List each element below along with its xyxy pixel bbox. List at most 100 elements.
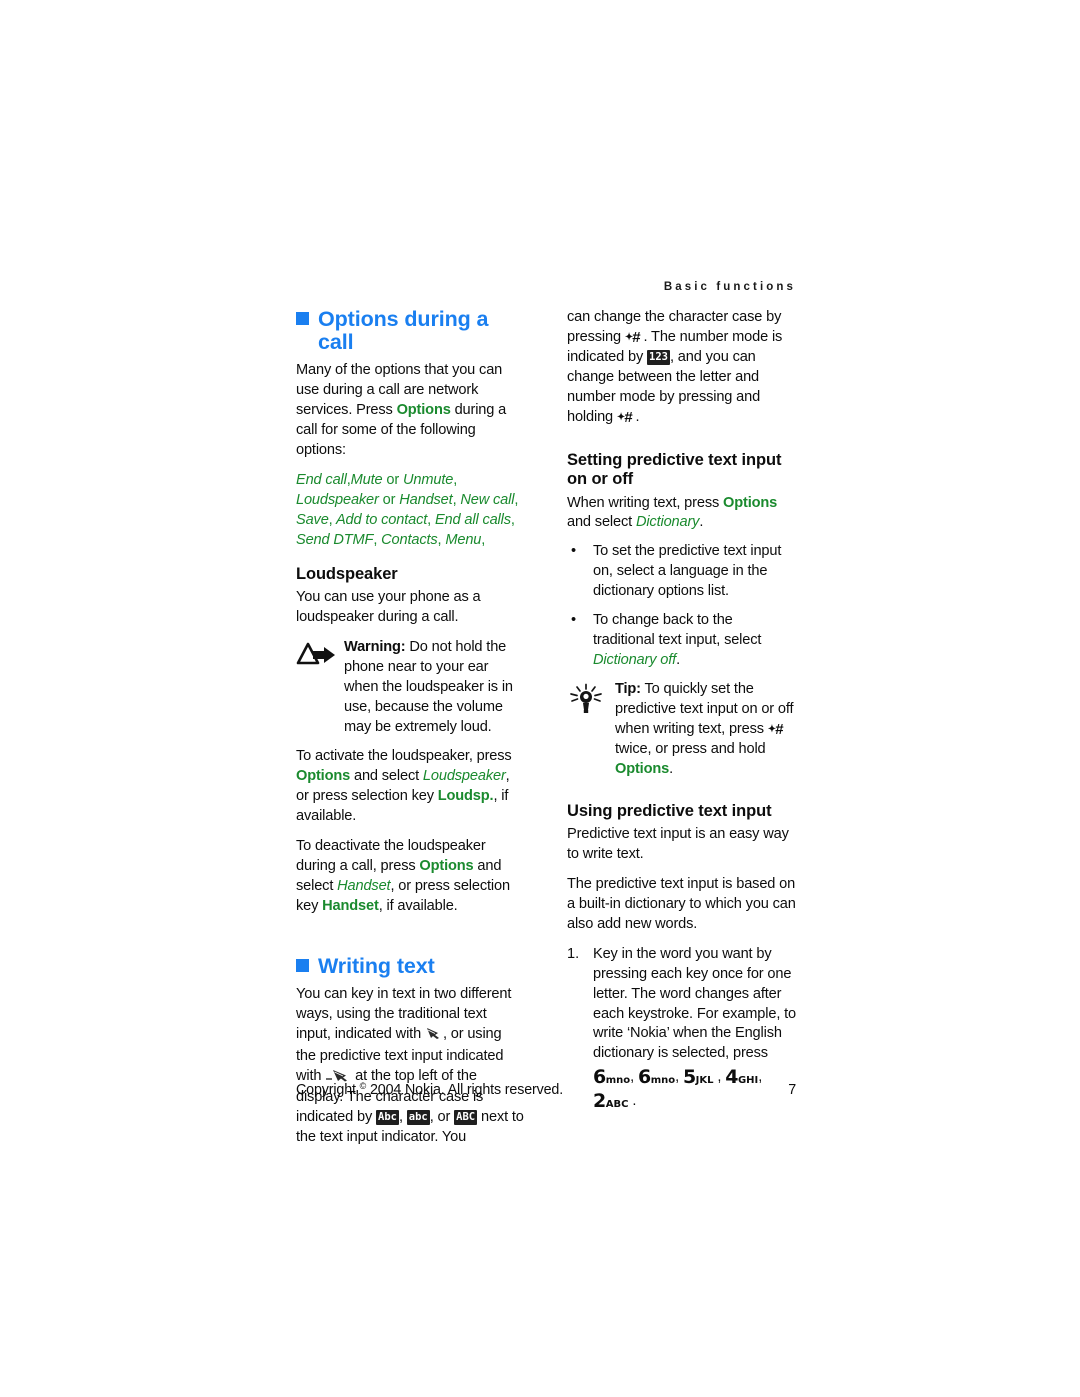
option-separator: ,	[373, 531, 378, 548]
paragraph-character-case-continuation: can change the character case by pressin…	[567, 308, 796, 429]
bullet-text: To set the predictive text input on, sel…	[593, 542, 796, 602]
warning-label: Warning:	[344, 638, 406, 655]
text-run: ,	[398, 1109, 407, 1126]
option-separator: ,	[453, 471, 458, 488]
case-indicator-abc-mixed: Abc	[376, 1110, 399, 1125]
option-separator: ,	[510, 511, 515, 528]
option-item: Add to contact	[335, 511, 428, 528]
hash-key-icon: ✦#	[624, 328, 641, 346]
hash-glyph: #	[632, 328, 640, 346]
text-run: 2004 Nokia. All rights reserved.	[366, 1082, 564, 1098]
text-run: , or	[429, 1109, 455, 1126]
text-run: Copyright	[296, 1082, 356, 1098]
call-options-list: End call,Mute or Unmute, Loudspeaker or …	[296, 471, 525, 551]
text-run: Key in the word you want by pressing eac…	[593, 945, 796, 1062]
lightbulb-tip-icon	[567, 680, 615, 720]
dictionary-menu-item: Dictionary	[635, 514, 700, 531]
heading-text: Writing text	[318, 953, 435, 978]
subheading-setting-predictive-text-input: Setting predictive text input on or off	[567, 450, 782, 489]
keycap-letters: ABC	[605, 1098, 629, 1110]
paragraph-options-intro: Many of the options that you can use dur…	[296, 361, 525, 461]
option-item: Loudspeaker	[296, 491, 379, 508]
list-item: • To change back to the traditional text…	[567, 611, 796, 671]
text-run: and select	[567, 514, 636, 531]
options-keyword: Options	[296, 768, 351, 785]
option-item: Send DTMF	[296, 531, 374, 548]
traditional-text-input-icon	[425, 1026, 443, 1047]
dictionary-off-menu-item: Dictionary off	[593, 651, 677, 668]
option-separator: or	[382, 471, 403, 488]
tip-label: Tip:	[615, 680, 641, 697]
text-run: twice, or press and hold	[615, 741, 766, 758]
paragraph-predictive-dictionary-based: The predictive text input is based on a …	[567, 876, 796, 932]
text-run: .	[699, 514, 704, 531]
hash-key-icon: ✦#	[616, 409, 633, 427]
option-item: Unmute	[403, 471, 454, 488]
option-separator: or	[378, 491, 400, 508]
warning-note-text: Warning: Do not hold the phone near to y…	[344, 638, 525, 738]
option-separator: ,	[328, 511, 333, 528]
blue-square-bullet-icon	[296, 312, 309, 325]
option-separator: ,	[452, 491, 457, 508]
tip-note-text: Tip: To quickly set the predictive text …	[615, 680, 796, 780]
subheading-loudspeaker: Loudspeaker	[296, 564, 398, 583]
option-item: Contacts	[381, 531, 438, 548]
blue-square-bullet-icon	[296, 958, 309, 972]
text-run: To change back to the traditional text i…	[593, 612, 762, 648]
option-separator: ,	[481, 531, 486, 548]
text-run: , if available.	[378, 897, 458, 914]
paragraph-loudspeaker-intro: You can use your phone as a loudspeaker …	[296, 589, 481, 625]
paragraph-activate-loudspeaker: To activate the loudspeaker, press Optio…	[296, 747, 525, 827]
options-keyword: Options	[615, 760, 670, 777]
list-item: • To set the predictive text input on, s…	[567, 542, 796, 602]
option-item: End all calls	[434, 511, 511, 528]
number-mode-indicator-123: 123	[647, 350, 670, 365]
handset-softkey: Handset	[322, 897, 379, 914]
page-footer: Copyright © 2004 Nokia. All rights reser…	[296, 1081, 796, 1098]
bullet-text: To change back to the traditional text i…	[593, 611, 796, 671]
loudsp-softkey: Loudsp.	[437, 788, 494, 805]
option-item: Menu	[445, 531, 482, 548]
option-item: End call	[296, 471, 347, 488]
subheading-using-predictive-text-input: Using predictive text input	[567, 801, 772, 820]
option-separator: ,	[514, 491, 519, 508]
text-run: .	[676, 651, 680, 668]
two-column-body: Options during a call Many of the option…	[296, 307, 796, 1145]
text-run: To activate the loudspeaker, press	[296, 748, 512, 765]
option-item: Handset	[399, 491, 453, 508]
copyright-notice: Copyright © 2004 Nokia. All rights reser…	[296, 1081, 563, 1098]
left-column: Options during a call Many of the option…	[296, 307, 525, 1145]
bullet-icon: •	[571, 612, 577, 629]
manual-page: Basic functions Options during a call Ma…	[0, 0, 1080, 1397]
bullet-icon: •	[571, 543, 577, 560]
text-run: When writing text, press	[567, 494, 724, 511]
paragraph-deactivate-loudspeaker: To deactivate the loudspeaker during a c…	[296, 837, 525, 917]
tip-note: Tip: To quickly set the predictive text …	[567, 680, 796, 780]
hash-key-icon: ✦#	[767, 720, 784, 738]
option-item: New call	[460, 491, 515, 508]
option-item: Save	[296, 511, 329, 528]
warning-note: Warning: Do not hold the phone near to y…	[296, 638, 525, 738]
option-separator: ,	[427, 511, 432, 528]
loudspeaker-menu-item: Loudspeaker	[422, 768, 506, 785]
paragraph-writing-text-intro: You can key in text in two different way…	[296, 985, 525, 1148]
paragraph-dictionary-access: When writing text, press Options and sel…	[567, 494, 796, 534]
paragraph-predictive-easy-way: Predictive text input is an easy way to …	[567, 826, 789, 863]
option-item: Mute	[350, 471, 383, 488]
text-run: and select	[350, 768, 423, 785]
case-indicator-abc-lower: abc	[406, 1110, 430, 1125]
page-number: 7	[788, 1082, 796, 1098]
case-indicator-abc-upper: ABC	[454, 1110, 478, 1125]
text-run: .	[669, 760, 673, 777]
running-header: Basic functions	[663, 281, 796, 293]
options-keyword: Options	[723, 494, 778, 511]
options-keyword: Options	[419, 857, 474, 874]
option-separator: ,	[437, 531, 442, 548]
text-run: To quickly set the predictive text input…	[615, 680, 794, 737]
options-keyword: Options	[396, 402, 451, 419]
handset-menu-item: Handset	[337, 877, 391, 894]
section-heading-options-during-a-call: Options during a call	[296, 307, 525, 354]
